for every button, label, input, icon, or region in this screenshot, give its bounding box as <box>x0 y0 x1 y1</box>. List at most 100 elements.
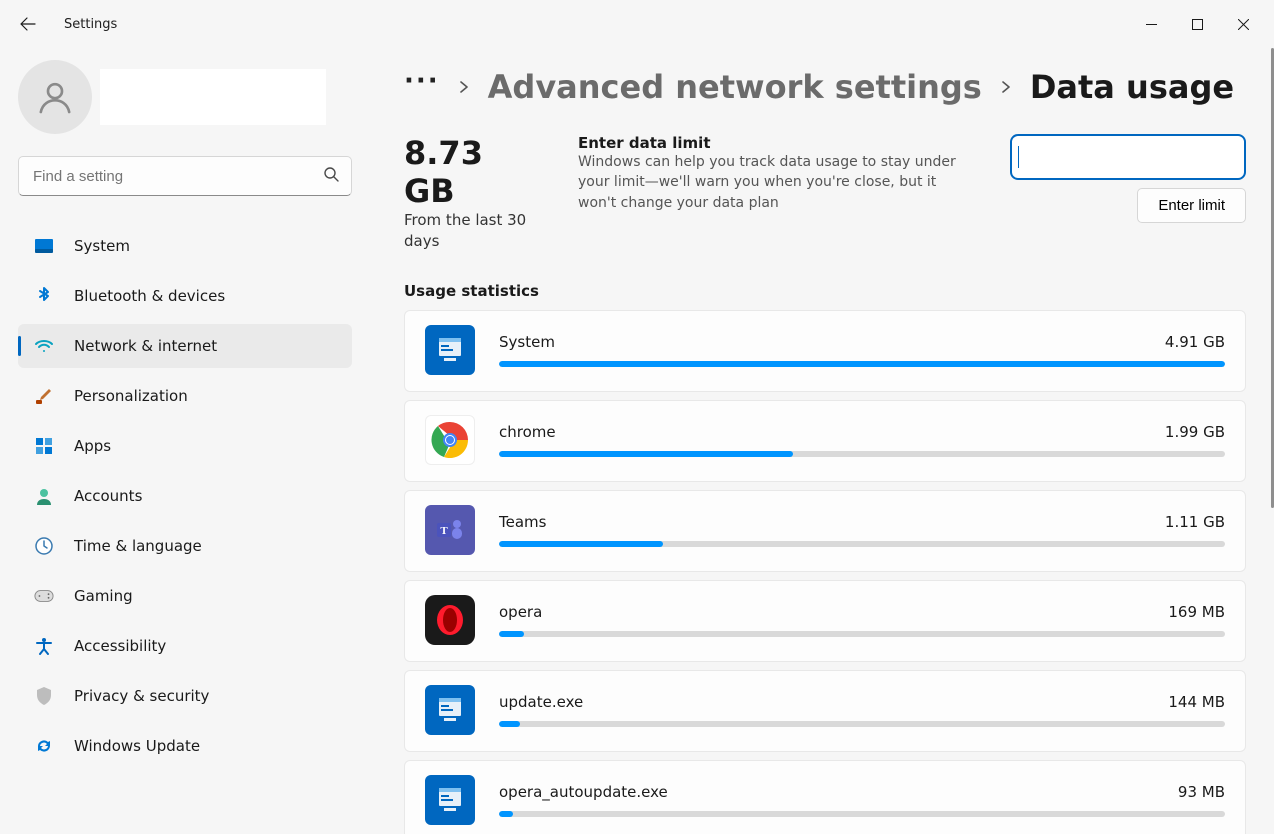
app-name: System <box>499 333 555 351</box>
nav-list: System Bluetooth & devices Network & inter… <box>18 224 352 768</box>
chevron-right-icon <box>458 78 470 97</box>
enter-limit-button[interactable]: Enter limit <box>1137 188 1246 223</box>
sidebar-item-time[interactable]: Time & language <box>18 524 352 568</box>
usage-row[interactable]: opera_autoupdate.exe93 MB <box>404 760 1246 834</box>
brush-icon <box>34 386 54 406</box>
usage-bar <box>499 631 1225 637</box>
sidebar-item-privacy[interactable]: Privacy & security <box>18 674 352 718</box>
sidebar-item-bluetooth[interactable]: Bluetooth & devices <box>18 274 352 318</box>
total-usage-value: 8.73 GB <box>404 134 544 210</box>
sidebar-item-label: Apps <box>74 437 111 455</box>
app-name: Teams <box>499 513 546 531</box>
gaming-icon <box>34 586 54 606</box>
avatar-icon <box>35 77 75 117</box>
app-title: Settings <box>64 17 117 32</box>
app-name: opera <box>499 603 542 621</box>
back-arrow-icon <box>20 16 36 32</box>
scrollbar[interactable] <box>1270 48 1274 834</box>
sidebar-item-label: Time & language <box>74 537 202 555</box>
profile-block[interactable] <box>18 60 352 134</box>
sidebar-item-label: Accounts <box>74 487 142 505</box>
breadcrumb: ··· Advanced network settings Data usage <box>404 68 1246 106</box>
sidebar-item-gaming[interactable]: Gaming <box>18 574 352 618</box>
total-usage-sub: From the last 30 days <box>404 210 544 252</box>
wifi-icon <box>34 336 54 356</box>
sidebar-item-system[interactable]: System <box>18 224 352 268</box>
usage-row[interactable]: update.exe 144 MB <box>404 670 1246 752</box>
data-limit-title: Enter data limit <box>578 134 976 152</box>
usage-bar <box>499 811 1225 817</box>
sidebar-item-label: Network & internet <box>74 337 217 355</box>
usage-row[interactable]: System 4.91 GB <box>404 310 1246 392</box>
app-size: 1.99 GB <box>1165 423 1225 441</box>
app-icon <box>425 775 475 825</box>
breadcrumb-prev[interactable]: Advanced network settings <box>488 68 982 106</box>
app-size: 4.91 GB <box>1165 333 1225 351</box>
system-icon <box>34 236 54 256</box>
svg-text:T: T <box>440 525 448 537</box>
usage-row[interactable]: T Teams 1.11 GB <box>404 490 1246 572</box>
back-button[interactable] <box>8 4 48 44</box>
usage-bar <box>499 721 1225 727</box>
search-popup[interactable] <box>1010 134 1246 180</box>
app-name: opera_autoupdate.exe <box>499 783 668 801</box>
total-usage: 8.73 GB From the last 30 days <box>404 134 544 252</box>
sidebar-item-brush[interactable]: Personalization <box>18 374 352 418</box>
close-button[interactable] <box>1220 8 1266 40</box>
sidebar-item-update[interactable]: Windows Update <box>18 724 352 768</box>
sidebar-item-label: Bluetooth & devices <box>74 287 225 305</box>
time-icon <box>34 536 54 556</box>
profile-name-mask <box>100 69 326 125</box>
accessibility-icon <box>34 636 54 656</box>
usage-bar-fill <box>499 541 663 547</box>
app-size: 1.11 GB <box>1165 513 1225 531</box>
usage-bar-fill <box>499 361 1225 367</box>
minimize-button[interactable] <box>1128 8 1174 40</box>
usage-bar-fill <box>499 631 524 637</box>
app-size: 144 MB <box>1168 693 1225 711</box>
chevron-right-icon <box>1000 78 1012 97</box>
apps-icon <box>34 436 54 456</box>
sidebar-item-apps[interactable]: Apps <box>18 424 352 468</box>
sidebar: System Bluetooth & devices Network & inter… <box>0 48 370 834</box>
sidebar-item-label: Windows Update <box>74 737 200 755</box>
data-limit-description: Enter data limit Windows can help you tr… <box>578 134 976 252</box>
sidebar-item-label: System <box>74 237 130 255</box>
usage-row[interactable]: chrome 1.99 GB <box>404 400 1246 482</box>
search-icon <box>323 166 339 186</box>
sidebar-item-accessibility[interactable]: Accessibility <box>18 624 352 668</box>
text-caret <box>1018 146 1019 168</box>
usage-bar-fill <box>499 811 513 817</box>
app-icon: T <box>425 505 475 555</box>
usage-bar <box>499 541 1225 547</box>
app-icon <box>425 595 475 645</box>
usage-bar-fill <box>499 451 793 457</box>
app-icon <box>425 325 475 375</box>
usage-list: System 4.91 GB chrome 1.99 GB T Teams 1.11 GB o… <box>404 310 1246 834</box>
content-area: ··· Advanced network settings Data usage… <box>370 48 1274 834</box>
usage-bar <box>499 361 1225 367</box>
usage-bar <box>499 451 1225 457</box>
sidebar-item-label: Gaming <box>74 587 133 605</box>
sidebar-item-label: Personalization <box>74 387 188 405</box>
usage-bar-fill <box>499 721 520 727</box>
app-name: chrome <box>499 423 556 441</box>
maximize-button[interactable] <box>1174 8 1220 40</box>
update-icon <box>34 736 54 756</box>
app-name: update.exe <box>499 693 583 711</box>
sidebar-item-label: Accessibility <box>74 637 166 655</box>
summary-row: 8.73 GB From the last 30 days Enter data… <box>404 134 1246 252</box>
search-box[interactable] <box>18 156 352 196</box>
sidebar-item-wifi[interactable]: Network & internet <box>18 324 352 368</box>
avatar <box>18 60 92 134</box>
data-limit-body: Windows can help you track data usage to… <box>578 152 976 213</box>
usage-row[interactable]: opera169 MB <box>404 580 1246 662</box>
sidebar-item-accounts[interactable]: Accounts <box>18 474 352 518</box>
bluetooth-icon <box>34 286 54 306</box>
accounts-icon <box>34 486 54 506</box>
search-input[interactable] <box>31 167 323 186</box>
titlebar: Settings <box>0 0 1274 48</box>
breadcrumb-current: Data usage <box>1030 68 1234 106</box>
usage-section-title: Usage statistics <box>404 282 1246 300</box>
window-controls <box>1128 8 1266 40</box>
